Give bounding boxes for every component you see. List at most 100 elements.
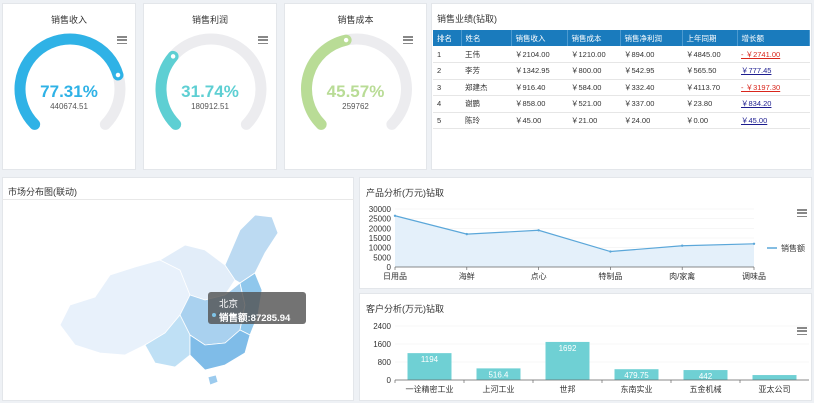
y-tick-label: 25000 — [369, 215, 392, 224]
product-chart-title: 产品分析(万元)钻取 — [366, 188, 444, 198]
y-tick-label: 0 — [387, 263, 392, 272]
legend-label: 销售额 — [781, 243, 805, 253]
y-tick-label: 2400 — [373, 322, 391, 331]
tooltip-city: 北京 — [219, 299, 239, 310]
bar-value-label: 1692 — [559, 344, 577, 353]
cell-rank: 5 — [433, 112, 461, 129]
cell-cost: ￥800.00 — [567, 62, 620, 80]
cell-revenue: ￥1342.95 — [511, 62, 567, 80]
x-tick-label: 日用品 — [383, 272, 407, 281]
y-tick-label: 0 — [387, 376, 392, 385]
cell-name: 李芳 — [461, 62, 511, 80]
x-tick-label: 海鲜 — [459, 271, 475, 281]
bar-value-label: 1194 — [421, 355, 439, 364]
cell-cost: ￥1210.00 — [567, 46, 620, 63]
product-area-chart[interactable]: 300002500020000150001000050000日用品 海鲜 点心 特制品… — [359, 200, 812, 288]
x-tick-label: 东南实业 — [621, 384, 653, 394]
cell-growth-link[interactable]: ￥777.45 — [737, 62, 810, 80]
cell-last-year: ￥0.00 — [682, 112, 737, 129]
data-point — [752, 242, 756, 245]
table-row[interactable]: 3 郑建杰 ￥916.40 ￥584.00 ￥332.40 ￥4113.70 -… — [433, 79, 810, 96]
gauge-panel-revenue: 销售收入 77.31% 440674.51 — [2, 3, 136, 170]
table-row[interactable]: 4 谢鹏 ￥858.00 ￥521.00 ￥337.00 ￥23.80 ￥834… — [433, 95, 810, 113]
cell-growth-link[interactable]: - ￥3197.30 — [737, 79, 810, 96]
gauge-percent: 31.74% — [181, 82, 239, 101]
header-net-profit[interactable]: 销售净利润 — [620, 30, 683, 46]
gauge-end-marker — [169, 52, 177, 61]
gauge-percent: 77.31% — [40, 82, 98, 101]
header-revenue[interactable]: 销售收入 — [511, 30, 568, 46]
header-rank[interactable]: 排名 — [433, 30, 462, 46]
data-point — [681, 244, 684, 247]
x-tick-label: 世邦 — [560, 384, 576, 394]
data-point — [537, 229, 540, 232]
cell-rank: 2 — [433, 62, 461, 80]
cell-net-profit: ￥894.00 — [620, 46, 682, 63]
cell-growth-link[interactable]: ￥45.00 — [737, 112, 810, 129]
table-row[interactable]: 5 陈玲 ￥45.00 ￥21.00 ￥24.00 ￥0.00 ￥45.00 — [433, 112, 810, 129]
cell-net-profit: ￥332.40 — [620, 79, 682, 96]
cell-name: 陈玲 — [461, 112, 511, 129]
tooltip-marker-icon — [212, 313, 216, 317]
y-tick-label: 10000 — [369, 244, 392, 253]
map-panel-title: 市场分布图(联动) — [8, 187, 77, 197]
bar — [752, 375, 797, 380]
gauge-percent: 45.57% — [326, 82, 385, 101]
cell-name: 王伟 — [461, 46, 511, 63]
cell-rank: 3 — [433, 79, 461, 96]
data-point — [393, 214, 397, 217]
cell-rank: 4 — [433, 95, 461, 113]
header-name[interactable]: 姓名 — [461, 30, 512, 46]
cell-growth-link[interactable]: - ￥2741.00 — [737, 46, 810, 63]
bar-value-label: 479.75 — [624, 371, 649, 380]
header-cost[interactable]: 销售成本 — [567, 30, 621, 46]
gauge-panel-profit: 销售利润 31.74% 180912.51 — [143, 3, 277, 170]
data-point — [609, 250, 612, 253]
map-region-island[interactable] — [207, 374, 219, 386]
cell-revenue: ￥2104.00 — [511, 46, 567, 63]
header-growth[interactable]: 增长额 — [737, 30, 810, 46]
cell-rank: 1 — [433, 46, 461, 63]
table-header-row: 排名 姓名 销售收入 销售成本 销售净利润 上年同期 增长额 — [433, 30, 810, 46]
table-row[interactable]: 2 李芳 ￥1342.95 ￥800.00 ￥542.95 ￥565.50 ￥7… — [433, 62, 810, 80]
gauge-value: 180912.51 — [191, 102, 229, 111]
x-tick-label: 点心 — [531, 272, 547, 281]
cell-last-year: ￥4113.70 — [682, 79, 737, 96]
y-tick-label: 800 — [378, 358, 392, 367]
x-tick-label: 五金机械 — [690, 384, 722, 394]
cell-revenue: ￥858.00 — [511, 95, 567, 113]
cell-name: 郑建杰 — [461, 79, 511, 96]
gauge-end-marker — [114, 71, 122, 79]
cell-revenue: ￥916.40 — [511, 79, 567, 96]
sales-table: 排名 姓名 销售收入 销售成本 销售净利润 上年同期 增长额 1 王伟 ￥210… — [433, 30, 810, 129]
cell-name: 谢鹏 — [461, 95, 511, 113]
header-last-year[interactable]: 上年同期 — [682, 30, 738, 46]
x-tick-label: 调味品 — [742, 271, 766, 281]
table-row[interactable]: 1 王伟 ￥2104.00 ￥1210.00 ￥894.00 ￥4845.00 … — [433, 46, 810, 63]
map-tooltip: 北京 销售额:87285.94 — [208, 292, 306, 324]
customer-bar-chart[interactable]: 2400 1600 800 0 1194 一诠精密工业 516.4 上河工业 1692 世邦 479… — [359, 316, 812, 402]
cell-net-profit: ￥542.95 — [620, 62, 682, 80]
sales-table-title: 销售业绩(钻取) — [437, 14, 497, 24]
x-tick-label: 特制品 — [598, 271, 622, 281]
divider — [2, 199, 354, 200]
cell-growth-link[interactable]: ￥834.20 — [737, 95, 810, 113]
map-region-northeast[interactable] — [224, 214, 279, 284]
gauge-end-marker — [342, 36, 350, 44]
x-tick-label: 上河工业 — [483, 384, 515, 394]
gauge-panel-cost: 销售成本 45.57% 259762 — [284, 3, 427, 170]
cell-cost: ￥521.00 — [567, 95, 620, 113]
y-tick-label: 30000 — [369, 205, 392, 214]
x-tick-label: 肉/家禽 — [669, 271, 695, 281]
customer-chart-title: 客户分析(万元)钻取 — [366, 304, 444, 314]
cell-cost: ￥21.00 — [567, 112, 620, 129]
y-tick-label: 5000 — [373, 253, 391, 262]
tooltip-value: 销售额:87285.94 — [219, 313, 291, 324]
cell-revenue: ￥45.00 — [511, 112, 567, 129]
cell-last-year: ￥23.80 — [682, 95, 737, 113]
y-tick-label: 15000 — [369, 234, 392, 243]
gauge-value: 440674.51 — [50, 102, 88, 111]
cell-last-year: ￥4845.00 — [682, 46, 737, 63]
cell-net-profit: ￥337.00 — [620, 95, 682, 113]
bar-value-label: 516.4 — [488, 370, 509, 379]
